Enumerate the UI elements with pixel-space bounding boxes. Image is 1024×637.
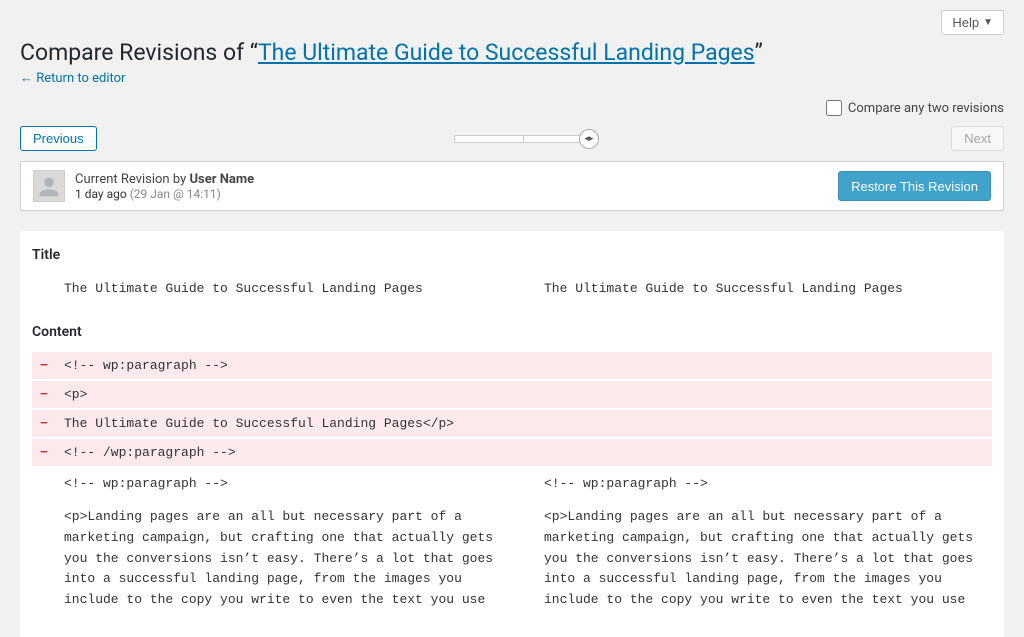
diff-removed-line: <!-- /wp:paragraph --> (32, 439, 992, 466)
page-title: Compare Revisions of “The Ultimate Guide… (20, 39, 1004, 66)
revision-ago: 1 day ago (75, 187, 127, 201)
removed-text: <!-- /wp:paragraph --> (56, 439, 512, 466)
restore-revision-button[interactable]: Restore This Revision (838, 171, 991, 201)
section-title-label: Title (32, 247, 992, 263)
next-button: Next (951, 126, 1004, 151)
block-open-left: <!-- wp:paragraph --> (56, 466, 512, 497)
avatar (33, 170, 65, 202)
para-left: <p>Landing pages are an all but necessar… (56, 497, 512, 617)
block-open-right: <!-- wp:paragraph --> (536, 466, 992, 497)
revision-author-line: Current Revision by User Name (75, 172, 254, 187)
diff-removed-line: <p> (32, 381, 992, 408)
title-diff-table: The Ultimate Guide to Successful Landing… (32, 275, 992, 302)
diff-removed-line: <!-- wp:paragraph --> (32, 352, 992, 379)
revision-meta-card: Current Revision by User Name 1 day ago … (20, 161, 1004, 211)
revision-slider[interactable]: ◂▸ (107, 135, 942, 143)
person-icon (35, 173, 63, 201)
help-label: Help (952, 15, 979, 30)
help-button[interactable]: Help ▼ (941, 10, 1004, 35)
previous-button[interactable]: Previous (20, 126, 97, 151)
title-right: The Ultimate Guide to Successful Landing… (536, 275, 992, 302)
heading-prefix: Compare Revisions of “ (20, 39, 258, 66)
heading-suffix: ” (755, 39, 763, 66)
revision-time-line: 1 day ago (29 Jan @ 14:11) (75, 187, 254, 201)
diff-panel: Title The Ultimate Guide to Successful L… (20, 231, 1004, 637)
chevron-down-icon: ▼ (983, 17, 993, 28)
slider-arrows-icon: ◂▸ (584, 134, 593, 144)
slider-track (454, 135, 594, 143)
para-right: <p>Landing pages are an all but necessar… (536, 497, 992, 617)
slider-handle[interactable]: ◂▸ (579, 129, 599, 149)
revision-timestamp: (29 Jan @ 14:11) (130, 187, 221, 201)
post-title-link[interactable]: The Ultimate Guide to Successful Landing… (258, 39, 755, 66)
diff-removed-line: The Ultimate Guide to Successful Landing… (32, 410, 992, 437)
revision-by-prefix: Current Revision by (75, 172, 189, 187)
revision-user: User Name (189, 172, 254, 187)
return-to-editor-link[interactable]: ← Return to editor (20, 70, 125, 86)
compare-any-checkbox[interactable] (826, 100, 842, 116)
compare-any-label[interactable]: Compare any two revisions (848, 101, 1004, 116)
section-content-label: Content (32, 324, 992, 340)
removed-text: <!-- wp:paragraph --> (56, 352, 512, 379)
content-diff-table: <!-- wp:paragraph --> <p> The Ultimate G… (32, 352, 992, 617)
removed-text: The Ultimate Guide to Successful Landing… (56, 410, 512, 437)
removed-text: <p> (56, 381, 512, 408)
title-left: The Ultimate Guide to Successful Landing… (56, 275, 512, 302)
